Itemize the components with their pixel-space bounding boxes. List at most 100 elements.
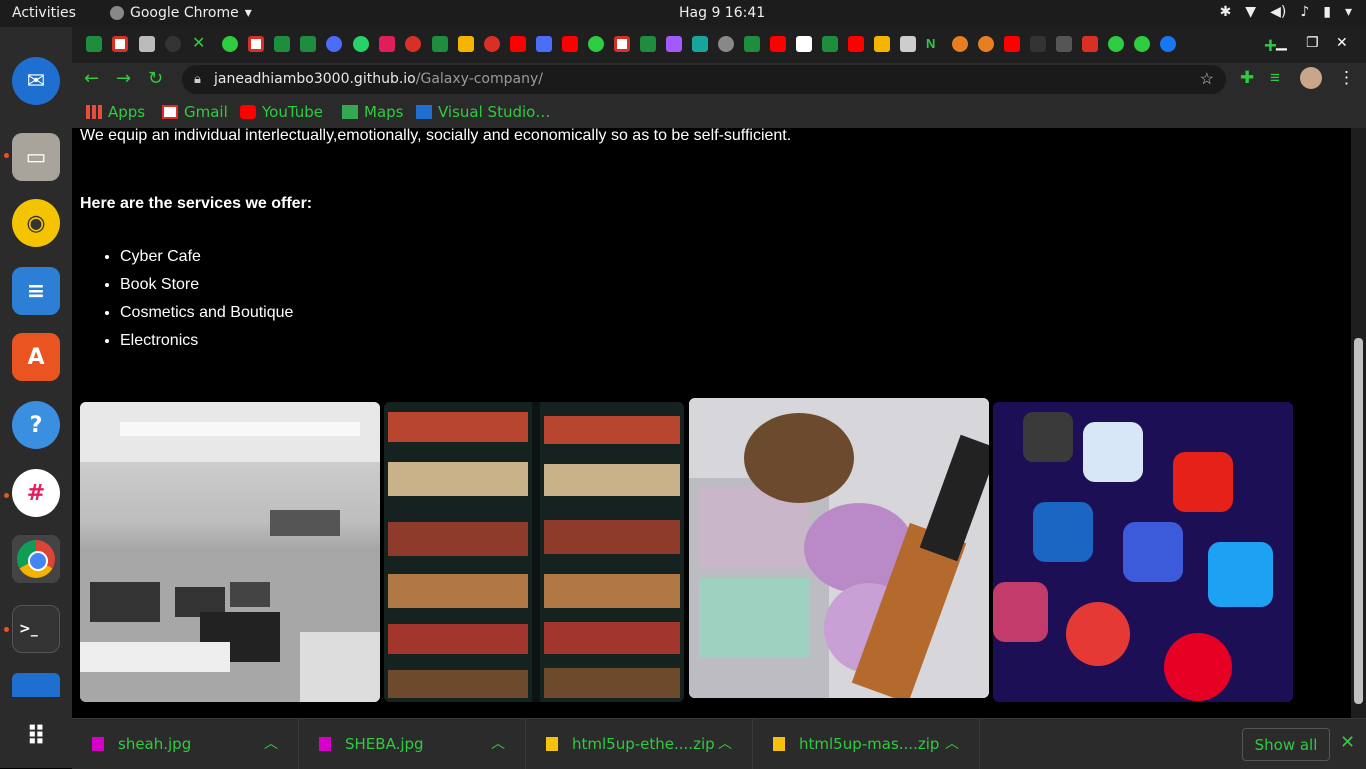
bookmark-visual-studio[interactable]: Visual Studio… bbox=[416, 103, 550, 121]
reload-icon[interactable]: ↻ bbox=[148, 68, 163, 89]
close-window-button[interactable]: ✕ bbox=[1336, 35, 1348, 51]
download-item[interactable]: html5up-mas....zip ︿ bbox=[753, 719, 980, 769]
bookmark-apps[interactable]: Apps bbox=[86, 103, 145, 121]
bookmark-maps[interactable]: Maps bbox=[342, 103, 403, 121]
tab-icon[interactable] bbox=[640, 36, 656, 52]
tab-icon[interactable] bbox=[432, 36, 448, 52]
volume-icon[interactable]: ◀) bbox=[1270, 4, 1286, 20]
lock-icon[interactable]: 🔒︎ bbox=[194, 71, 201, 87]
tab-icon[interactable] bbox=[86, 36, 102, 52]
tab-icon[interactable] bbox=[536, 36, 552, 52]
figma-tab-icon[interactable] bbox=[666, 36, 682, 52]
forward-icon[interactable]: → bbox=[116, 68, 131, 89]
chevron-up-icon[interactable]: ︿ bbox=[718, 733, 732, 753]
facebook-tab-icon[interactable] bbox=[1160, 36, 1176, 52]
tab-icon[interactable] bbox=[1108, 36, 1124, 52]
tab-icon[interactable] bbox=[874, 36, 890, 52]
tab-icon[interactable] bbox=[822, 36, 838, 52]
bookmark-star-icon[interactable]: ☆ bbox=[1200, 69, 1214, 89]
app-menu[interactable]: Google Chrome ▾ bbox=[110, 5, 252, 21]
address-bar[interactable]: 🔒︎ janeadhiambo3000.github.io/Galaxy-com… bbox=[182, 65, 1226, 94]
system-tray[interactable]: ✱ ▼ ◀) ♪ ▮ ▾ bbox=[1220, 4, 1352, 20]
download-item[interactable]: sheah.jpg ︿ bbox=[72, 719, 299, 769]
youtube-tab-icon[interactable] bbox=[848, 36, 864, 52]
media-controls-icon[interactable]: ≡ bbox=[1270, 68, 1280, 88]
slack-icon[interactable]: # bbox=[12, 469, 60, 517]
youtube-tab-icon[interactable] bbox=[562, 36, 578, 52]
show-applications-icon[interactable]: ⠿ bbox=[12, 713, 60, 761]
github-tab-icon[interactable] bbox=[165, 36, 181, 52]
tab-icon[interactable] bbox=[952, 36, 968, 52]
tab-icon[interactable] bbox=[718, 36, 734, 52]
tab-icon[interactable] bbox=[222, 36, 238, 52]
close-icon[interactable]: ✕ bbox=[1340, 732, 1355, 753]
tab-icon[interactable] bbox=[692, 36, 708, 52]
minimize-button[interactable]: ▁ bbox=[1276, 35, 1287, 51]
youtube-tab-icon[interactable] bbox=[1004, 36, 1020, 52]
download-item[interactable]: SHEBA.jpg ︿ bbox=[299, 719, 526, 769]
slack-tray-icon[interactable]: ✱ bbox=[1220, 4, 1232, 20]
back-icon[interactable]: ← bbox=[84, 68, 99, 89]
power-menu-icon[interactable]: ▾ bbox=[1345, 4, 1352, 20]
libreoffice-writer-icon[interactable]: ≡ bbox=[12, 267, 60, 315]
bookmark-youtube[interactable]: YouTube bbox=[240, 103, 323, 121]
battery-icon[interactable]: ▮ bbox=[1323, 4, 1331, 20]
clock[interactable]: Hag 9 16:41 bbox=[679, 5, 765, 21]
vscode-icon[interactable] bbox=[12, 673, 60, 697]
tab-icon[interactable] bbox=[139, 36, 155, 52]
extensions-icon[interactable]: ✚ bbox=[1240, 68, 1254, 88]
help-icon[interactable]: ? bbox=[12, 401, 60, 449]
tab-icon[interactable] bbox=[326, 36, 342, 52]
youtube-tab-icon[interactable] bbox=[770, 36, 786, 52]
close-tab-icon[interactable]: ✕ bbox=[192, 33, 208, 52]
tab-icon[interactable] bbox=[1056, 36, 1072, 52]
tab-icon[interactable] bbox=[1082, 36, 1098, 52]
page-scrollbar[interactable] bbox=[1351, 128, 1366, 718]
tab-icon[interactable] bbox=[978, 36, 994, 52]
tab-icon[interactable]: N bbox=[926, 36, 942, 52]
gmail-tab-icon[interactable] bbox=[614, 36, 630, 52]
url-text[interactable]: janeadhiambo3000.github.io/Galaxy-compan… bbox=[214, 71, 543, 87]
files-icon[interactable]: ▭ bbox=[12, 133, 60, 181]
bookmark-gmail[interactable]: Gmail bbox=[162, 103, 228, 121]
wifi-icon[interactable]: ▼ bbox=[1245, 4, 1256, 20]
chevron-up-icon[interactable]: ︿ bbox=[945, 733, 959, 753]
show-all-button[interactable]: Show all bbox=[1242, 728, 1330, 761]
intro-text: We equip an individual interlectually,em… bbox=[80, 128, 792, 144]
maximize-button[interactable]: ❐ bbox=[1306, 35, 1319, 51]
tab-icon[interactable] bbox=[484, 36, 500, 52]
tab-icon[interactable] bbox=[300, 36, 316, 52]
tab-icon[interactable] bbox=[588, 36, 604, 52]
gmail-tab-icon[interactable] bbox=[112, 36, 128, 52]
tab-icon[interactable] bbox=[274, 36, 290, 52]
tab-icon[interactable] bbox=[1030, 36, 1046, 52]
tab-icon[interactable] bbox=[405, 36, 421, 52]
more-menu-icon[interactable]: ⋮ bbox=[1338, 68, 1355, 88]
running-indicator bbox=[4, 627, 9, 632]
tab-icon[interactable] bbox=[900, 36, 916, 52]
tab-icon[interactable] bbox=[458, 36, 474, 52]
terminal-icon[interactable]: >_ bbox=[12, 605, 60, 653]
microphone-icon[interactable]: ♪ bbox=[1300, 4, 1309, 20]
chevron-up-icon[interactable]: ︿ bbox=[491, 733, 505, 753]
tab-icon[interactable] bbox=[744, 36, 760, 52]
book-store-image bbox=[384, 402, 684, 702]
youtube-tab-icon[interactable] bbox=[510, 36, 526, 52]
rhythmbox-icon[interactable]: ◉ bbox=[12, 199, 60, 247]
activities-button[interactable]: Activities bbox=[12, 5, 76, 21]
gmail-tab-icon[interactable] bbox=[248, 36, 264, 52]
new-tab-button[interactable]: + bbox=[1264, 33, 1277, 59]
download-item[interactable]: html5up-ethe....zip ︿ bbox=[526, 719, 753, 769]
chevron-up-icon[interactable]: ︿ bbox=[264, 733, 278, 753]
chrome-dock-icon[interactable] bbox=[12, 535, 60, 583]
running-indicator bbox=[4, 153, 9, 158]
tab-icon[interactable] bbox=[1134, 36, 1150, 52]
scrollbar-thumb[interactable] bbox=[1354, 338, 1363, 704]
thunderbird-icon[interactable]: ✉ bbox=[12, 57, 60, 105]
whatsapp-tab-icon[interactable] bbox=[353, 36, 369, 52]
avatar[interactable] bbox=[1300, 67, 1322, 89]
tab-icon[interactable] bbox=[796, 36, 812, 52]
software-center-icon[interactable]: A bbox=[12, 333, 60, 381]
slack-tab-icon[interactable] bbox=[379, 36, 395, 52]
list-item: Book Store bbox=[120, 271, 293, 299]
